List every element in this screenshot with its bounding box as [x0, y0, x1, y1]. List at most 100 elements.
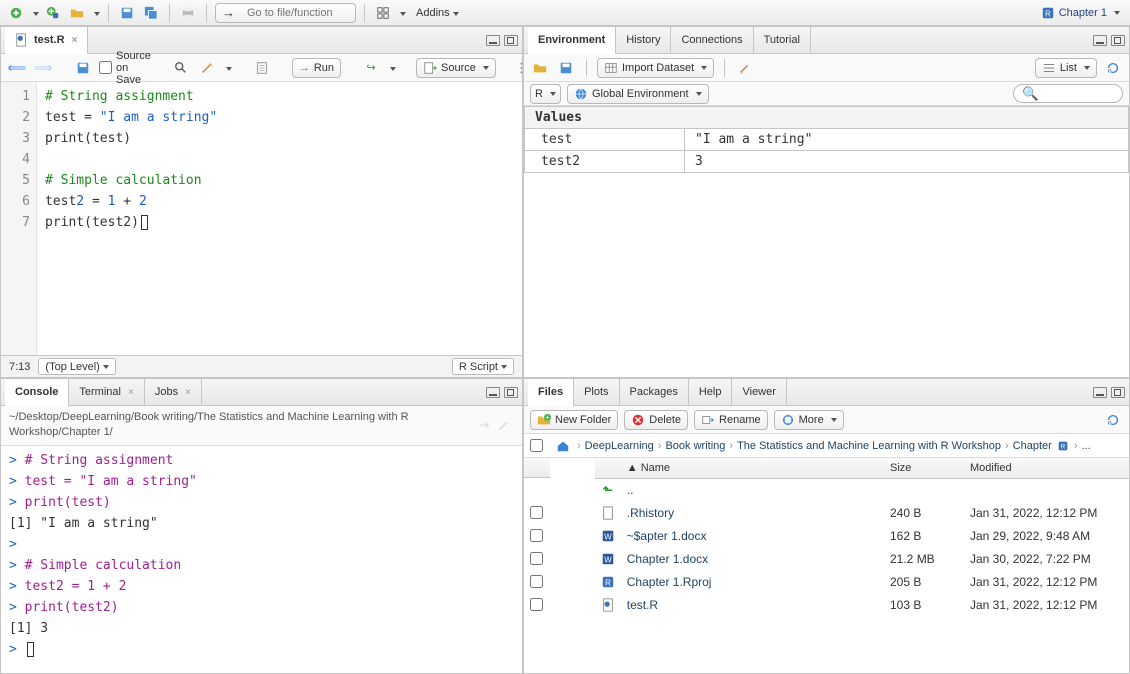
source-toolbar: ⟸ ⟹ Source on Save →Run ↪ Source	[1, 54, 522, 82]
open-file-icon[interactable]	[67, 3, 87, 23]
select-all-files-checkbox[interactable]	[530, 439, 543, 452]
environment-pane: EnvironmentHistoryConnectionsTutorial Im…	[523, 26, 1130, 378]
files-table: ▲ NameSizeModified⬑...Rhistory240 BJan 3…	[524, 458, 1129, 616]
main-toolbar: → Addins R Chapter 1	[0, 0, 1130, 26]
load-workspace-icon[interactable]	[530, 58, 550, 78]
env-tab-tutorial[interactable]: Tutorial	[754, 27, 811, 54]
delete-button[interactable]: Delete	[624, 410, 688, 430]
outline-icon[interactable]	[516, 58, 523, 78]
maximize-pane-icon[interactable]	[1111, 387, 1125, 398]
env-tab-environment[interactable]: Environment	[528, 27, 616, 54]
env-scope-selector[interactable]: Global Environment	[567, 84, 709, 104]
refresh-env-icon[interactable]	[1103, 58, 1123, 78]
new-file-icon[interactable]	[6, 3, 26, 23]
save-icon[interactable]	[117, 3, 137, 23]
project-menu[interactable]: R Chapter 1	[1037, 6, 1124, 20]
file-link[interactable]: test.R	[627, 598, 658, 612]
files-tab-plots[interactable]: Plots	[574, 379, 619, 406]
file-checkbox[interactable]	[530, 575, 543, 588]
files-tab-viewer[interactable]: Viewer	[732, 379, 786, 406]
maximize-pane-icon[interactable]	[504, 35, 518, 46]
wand-dropdown[interactable]	[223, 62, 232, 74]
minimize-pane-icon[interactable]	[1093, 387, 1107, 398]
file-link[interactable]: Chapter 1.Rproj	[627, 575, 712, 589]
file-checkbox[interactable]	[530, 552, 543, 565]
refresh-files-icon[interactable]	[1103, 410, 1123, 430]
file-link[interactable]: ~$apter 1.docx	[627, 529, 707, 543]
home-icon[interactable]	[553, 436, 573, 456]
minimize-pane-icon[interactable]	[1093, 35, 1107, 46]
env-body: Valuestest"I am a string"test23	[524, 106, 1129, 377]
new-file-dropdown[interactable]	[30, 7, 39, 19]
view-mode-list[interactable]: List	[1035, 58, 1097, 78]
file-checkbox[interactable]	[530, 506, 543, 519]
console-output[interactable]: > # String assignment> test = "I am a st…	[1, 446, 522, 673]
env-scope-bar: R Global Environment	[524, 82, 1129, 106]
files-tab-help[interactable]: Help	[689, 379, 733, 406]
pane-layout-dropdown[interactable]	[397, 7, 406, 19]
console-tab-jobs[interactable]: Jobs ×	[145, 379, 202, 406]
env-tab-history[interactable]: History	[616, 27, 671, 54]
grid-icon[interactable]	[373, 3, 393, 23]
back-arrow-icon[interactable]: ⟸	[7, 58, 27, 78]
svg-text:W: W	[604, 532, 612, 541]
goto-wd-icon[interactable]	[474, 415, 494, 435]
source-tab-test-r[interactable]: test.R ×	[5, 27, 88, 54]
file-link[interactable]: Chapter 1.docx	[627, 552, 708, 566]
breadcrumb-item[interactable]: Book writing	[665, 440, 725, 452]
up-dir[interactable]: ..	[627, 483, 634, 497]
svg-text:R: R	[1061, 443, 1066, 450]
minimize-pane-icon[interactable]	[486, 387, 500, 398]
breadcrumb-item[interactable]: The Statistics and Machine Learning with…	[737, 440, 1001, 452]
new-folder-button[interactable]: New Folder	[530, 410, 618, 430]
scope-selector[interactable]: (Top Level)	[38, 358, 115, 375]
run-button[interactable]: →Run	[292, 58, 341, 78]
goto-file-function[interactable]: →	[215, 3, 356, 23]
r-version-menu[interactable]: R	[530, 84, 561, 104]
files-tab-packages[interactable]: Packages	[620, 379, 689, 406]
save-source-icon[interactable]	[73, 58, 93, 78]
find-icon[interactable]	[171, 58, 191, 78]
addins-menu[interactable]: Addins	[416, 7, 459, 19]
breadcrumb-more[interactable]: ...	[1081, 440, 1090, 452]
svg-text:R: R	[605, 578, 611, 587]
rerun-icon[interactable]: ↪	[361, 58, 381, 78]
maximize-pane-icon[interactable]	[504, 387, 518, 398]
breadcrumb-item[interactable]: Chapter	[1013, 440, 1052, 452]
source-button[interactable]: Source	[416, 58, 496, 78]
clear-console-icon[interactable]	[494, 415, 514, 435]
source-on-save-checkbox[interactable]: Source on Save	[99, 50, 151, 86]
file-checkbox[interactable]	[530, 598, 543, 611]
broom-icon[interactable]	[735, 58, 755, 78]
files-tab-files[interactable]: Files	[528, 379, 574, 406]
new-project-icon[interactable]	[43, 3, 63, 23]
project-name: Chapter 1	[1059, 7, 1107, 19]
console-wd-path: ~/Desktop/DeepLearning/Book writing/The …	[9, 410, 474, 441]
close-tab-icon[interactable]: ×	[72, 35, 78, 46]
goto-input[interactable]	[239, 5, 349, 21]
file-type-selector[interactable]: R Script	[452, 358, 514, 375]
breadcrumb-item[interactable]: DeepLearning	[585, 440, 654, 452]
save-workspace-icon[interactable]	[556, 58, 576, 78]
open-recent-dropdown[interactable]	[91, 7, 100, 19]
more-button[interactable]: More	[774, 410, 844, 430]
print-icon[interactable]	[178, 3, 198, 23]
forward-arrow-icon[interactable]: ⟹	[33, 58, 53, 78]
minimize-pane-icon[interactable]	[486, 35, 500, 46]
import-dataset-button[interactable]: Import Dataset	[597, 58, 714, 78]
env-tab-connections[interactable]: Connections	[671, 27, 753, 54]
maximize-pane-icon[interactable]	[1111, 35, 1125, 46]
save-all-icon[interactable]	[141, 3, 161, 23]
console-tab-terminal[interactable]: Terminal ×	[69, 379, 144, 406]
console-tab-console[interactable]: Console	[5, 379, 69, 406]
breadcrumbs: ›DeepLearning›Book writing›The Statistic…	[524, 434, 1129, 458]
code-editor[interactable]: 1234567 # String assignmenttest = "I am …	[1, 82, 522, 355]
env-search-input[interactable]	[1013, 84, 1123, 103]
notebook-icon[interactable]	[252, 58, 272, 78]
file-checkbox[interactable]	[530, 529, 543, 542]
rename-button[interactable]: Rename	[694, 410, 768, 430]
source-tab-row: test.R ×	[1, 27, 522, 54]
rerun-dropdown[interactable]	[387, 62, 396, 74]
wand-icon[interactable]	[197, 58, 217, 78]
file-link[interactable]: .Rhistory	[627, 506, 674, 520]
